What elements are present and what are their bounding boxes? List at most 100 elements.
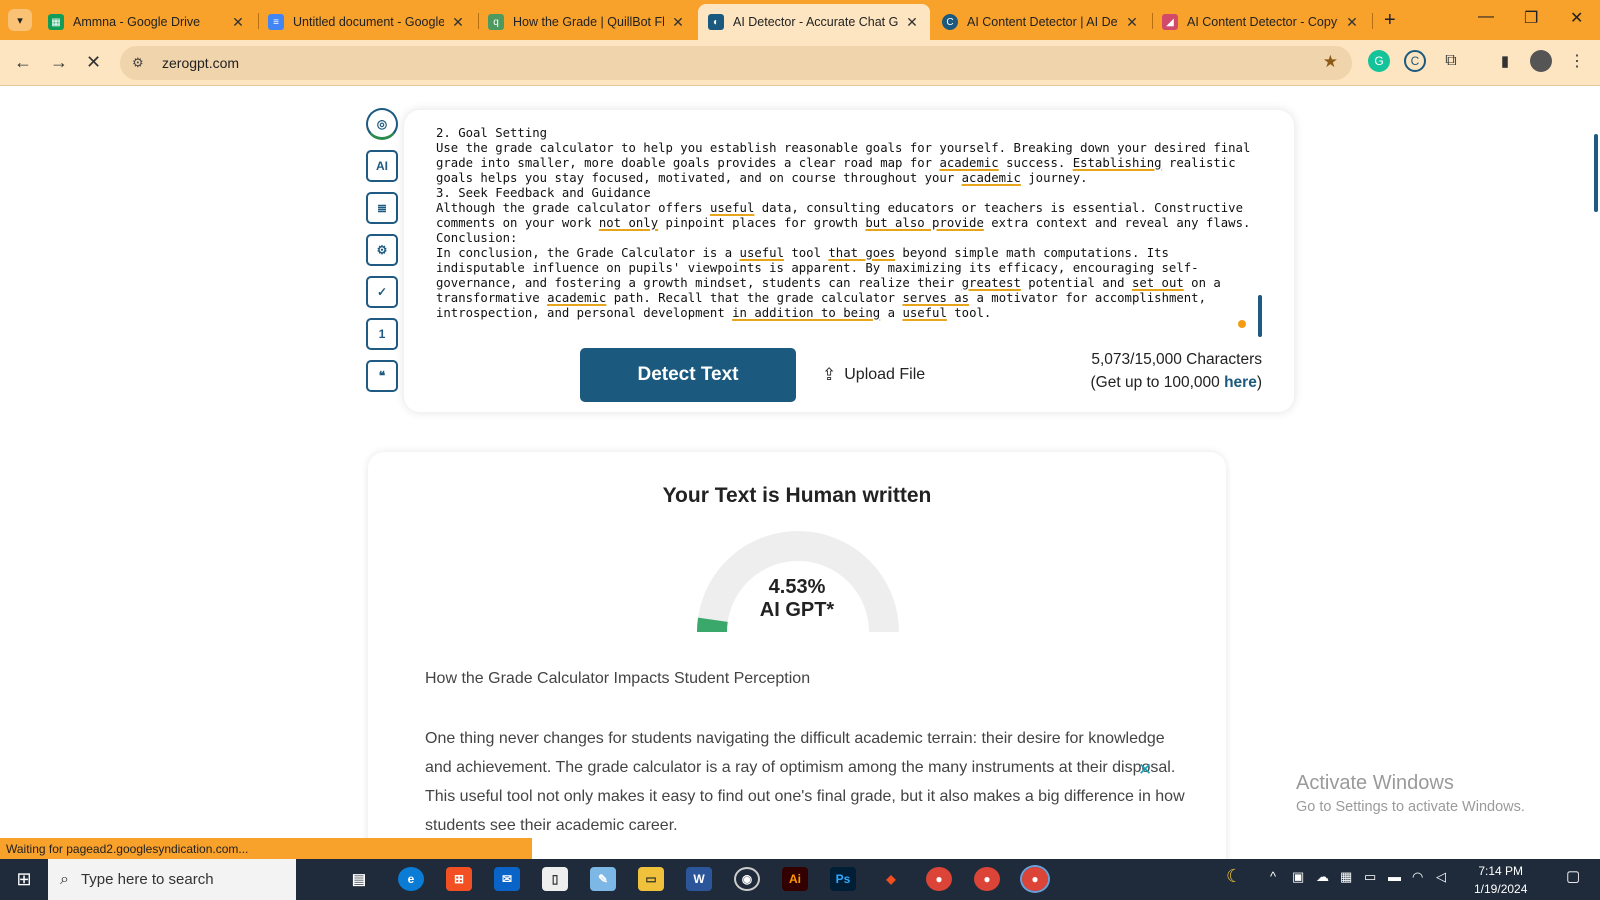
detect-text-button[interactable]: Detect Text [580,348,796,402]
gauge-label: AI GPT* [759,599,835,621]
windows-start-icon[interactable]: ⊞ [0,859,48,900]
wifi-icon[interactable]: ◠ [1412,869,1423,885]
volume-icon[interactable]: ◁ [1436,869,1446,885]
quillbot-icon: q [488,14,504,30]
clock-date: 1/19/2024 [1474,882,1528,896]
text-line: grade into smaller, more doable goals pr… [436,156,1236,170]
text-input-area[interactable]: 2. Goal Setting Use the grade calculator … [436,126,1256,322]
forward-arrow-icon[interactable]: → [50,52,68,73]
tab-ai-content-detector[interactable]: C AI Content Detector | AI Dete ✕ [932,4,1150,40]
upload-icon: ⇪ [822,365,837,384]
new-tab-plus-icon[interactable]: + [1384,9,1396,32]
text-line: introspection, and personal development … [436,306,992,320]
result-section-title: How the Grade Calculator Impacts Student… [425,670,811,687]
task-view-icon[interactable]: ▤ [346,867,372,891]
grammarly-indicator[interactable] [1238,320,1246,328]
text-line: transformative academic path. Recall tha… [436,291,1206,305]
text-input-panel: 2. Goal Setting Use the grade calculator … [404,110,1294,412]
copyleaks-icon: C [942,14,958,30]
store-icon[interactable]: ⊞ [446,867,472,891]
mail-icon[interactable]: ✉ [494,867,520,891]
zerogpt-icon: ◐ [708,14,724,30]
upload-label: Upload File [844,366,926,383]
url-text[interactable]: zerogpt.com [162,55,239,71]
close-tab-icon[interactable]: ✕ [904,14,920,31]
figma-icon[interactable]: ◆ [878,867,904,891]
chrome-active-icon[interactable]: ● [1020,865,1050,893]
close-tab-icon[interactable]: ✕ [670,14,686,31]
profile-avatar[interactable] [1530,50,1552,72]
text-line: Conclusion: [436,231,518,245]
text-scrollbar[interactable] [1258,295,1262,337]
grammarly-icon[interactable]: G [1368,50,1390,72]
copyleaks-extension-icon[interactable]: C [1404,50,1426,72]
taskbar-search-box[interactable]: ⌕ Type here to search [48,859,296,900]
docs-icon: ≡ [268,14,284,30]
restore-icon[interactable]: ❐ [1524,8,1538,28]
close-tab-icon[interactable]: ✕ [1124,14,1140,31]
back-arrow-icon[interactable]: ← [14,52,32,73]
notifications-icon[interactable]: ▢ [1566,867,1580,885]
photoshop-icon[interactable]: Ps [830,867,856,891]
file-explorer-icon[interactable]: ▭ [638,867,664,891]
edge-icon[interactable]: e [398,867,424,891]
stop-loading-icon[interactable]: ✕ [86,52,101,73]
extensions-puzzle-icon[interactable]: ⧉ [1440,50,1462,72]
chrome-icon[interactable]: ● [926,867,952,891]
notepad-icon[interactable]: ▯ [542,867,568,891]
ai-detector-brain-icon[interactable]: ◎ [366,108,398,140]
tab-search-chevron-icon[interactable]: ▾ [8,9,32,31]
close-tab-icon[interactable]: ✕ [1344,14,1360,31]
tab-quillbot[interactable]: q How the Grade | QuillBot Flo ✕ [478,4,696,40]
night-light-moon-icon[interactable]: ☾ [1226,866,1242,887]
document-summary-icon[interactable]: ≣ [366,192,398,224]
text-line: Use the grade calculator to help you est… [436,141,1251,155]
text-line: comments on your work not only pinpoint … [436,216,1251,230]
text-line: 2. Goal Setting [436,126,548,140]
tab-title: Ammna - Google Drive [73,15,201,29]
tray-app-icon[interactable]: ▣ [1292,869,1304,885]
browser-menu-icon[interactable]: ⋮ [1566,50,1588,72]
close-window-icon[interactable]: ✕ [1570,8,1583,28]
minimize-icon[interactable]: — [1478,8,1494,26]
close-tab-icon[interactable]: ✕ [230,14,246,31]
character-count: 5,073/15,000 Characters [1091,351,1262,368]
grammar-check-icon[interactable]: ✓ [366,276,398,308]
result-panel: Your Text is Human written 4.53% AI GPT*… [368,452,1226,859]
sheets-icon: ▦ [48,14,64,30]
bookmark-star-icon[interactable]: ★ [1323,52,1338,72]
citation-quote-icon[interactable]: ❝ [366,360,398,392]
paraphrase-tool-icon[interactable]: ⚙ [366,234,398,266]
navigation-bar: ← → ✕ ⚙ zerogpt.com ★ G C ⧉ ▮ ⋮ [0,40,1600,86]
side-panel-icon[interactable]: ▮ [1494,50,1516,72]
text-line: goals helps you stay focused, motivated,… [436,171,1088,185]
page-scrollbar[interactable] [1594,134,1598,212]
tab-google-drive[interactable]: ▦ Ammna - Google Drive ✕ [38,4,256,40]
word-icon[interactable]: W [686,867,712,891]
result-heading: Your Text is Human written [662,484,932,507]
page-content: ◎ AI ≣ ⚙ ✓ 1 ❝ 2. Goal Setting Use the gr… [0,86,1600,859]
tray-network-drive-icon[interactable]: ▦ [1340,869,1352,885]
taskbar-clock[interactable]: 7:14 PM 1/19/2024 [1474,862,1527,898]
tab-copyleaks[interactable]: ◢ AI Content Detector - Copyle ✕ [1152,4,1370,40]
pen-app-icon[interactable]: ✎ [590,867,616,891]
battery-icon[interactable]: ▬ [1388,869,1401,884]
ad-close-icon[interactable]: ✕ [1138,760,1152,780]
close-tab-icon[interactable]: ✕ [450,14,466,31]
search-placeholder: Type here to search [80,871,214,888]
word-counter-icon[interactable]: 1 [366,318,398,350]
onedrive-icon[interactable]: ☁ [1316,869,1329,885]
ai-chat-icon[interactable]: AI [366,150,398,182]
site-settings-icon[interactable]: ⚙ [132,55,150,71]
chrome-profile-icon[interactable]: ● [974,867,1000,891]
upgrade-limit-link[interactable]: here [1224,374,1257,391]
tab-zerogpt-active[interactable]: ◐ AI Detector - Accurate Chat G ✕ [698,4,930,40]
upload-file-button[interactable]: ⇪ Upload File [822,360,925,390]
address-bar[interactable]: ⚙ zerogpt.com ★ [120,46,1352,80]
illustrator-icon[interactable]: Ai [782,867,808,891]
tray-device-icon[interactable]: ▭ [1364,869,1376,885]
tab-google-docs[interactable]: ≡ Untitled document - Google ✕ [258,4,476,40]
search-icon: ⌕ [60,870,69,888]
camera-app-icon[interactable]: ◉ [734,867,760,891]
tray-chevron-icon[interactable]: ^ [1270,869,1276,884]
